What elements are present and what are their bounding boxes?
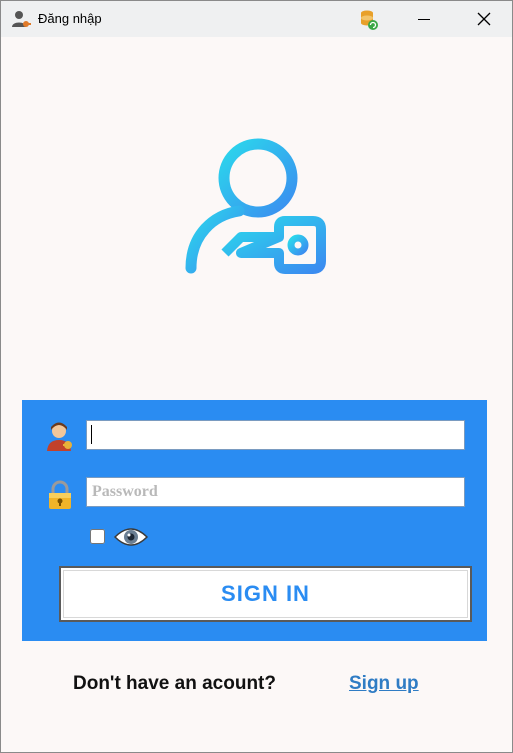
username-input[interactable] — [86, 420, 465, 450]
signup-prompt: Don't have an acount? — [73, 673, 276, 694]
sign-up-link[interactable]: Sign up — [349, 673, 419, 695]
login-form: SIGN IN — [22, 400, 487, 641]
close-icon — [477, 12, 491, 26]
text-caret — [91, 425, 92, 444]
eye-icon — [114, 528, 148, 546]
close-button[interactable] — [459, 1, 509, 37]
user-avatar-icon — [47, 422, 72, 451]
password-input[interactable] — [86, 477, 465, 507]
login-window: Đăng nhập SIGN IN Don't have an acount? … — [0, 0, 513, 753]
minimize-icon — [418, 18, 430, 20]
window-title: Đăng nhập — [38, 11, 102, 26]
padlock-icon — [49, 480, 71, 509]
sign-in-focus-border — [63, 570, 468, 618]
user-key-icon — [185, 138, 326, 274]
minimize-button[interactable] — [401, 1, 447, 37]
user-key-icon — [12, 11, 31, 27]
title-bar: Đăng nhập — [1, 1, 512, 37]
database-refresh-icon[interactable] — [359, 9, 379, 31]
show-password-checkbox[interactable] — [90, 529, 105, 544]
sign-in-button[interactable]: SIGN IN — [59, 566, 472, 622]
